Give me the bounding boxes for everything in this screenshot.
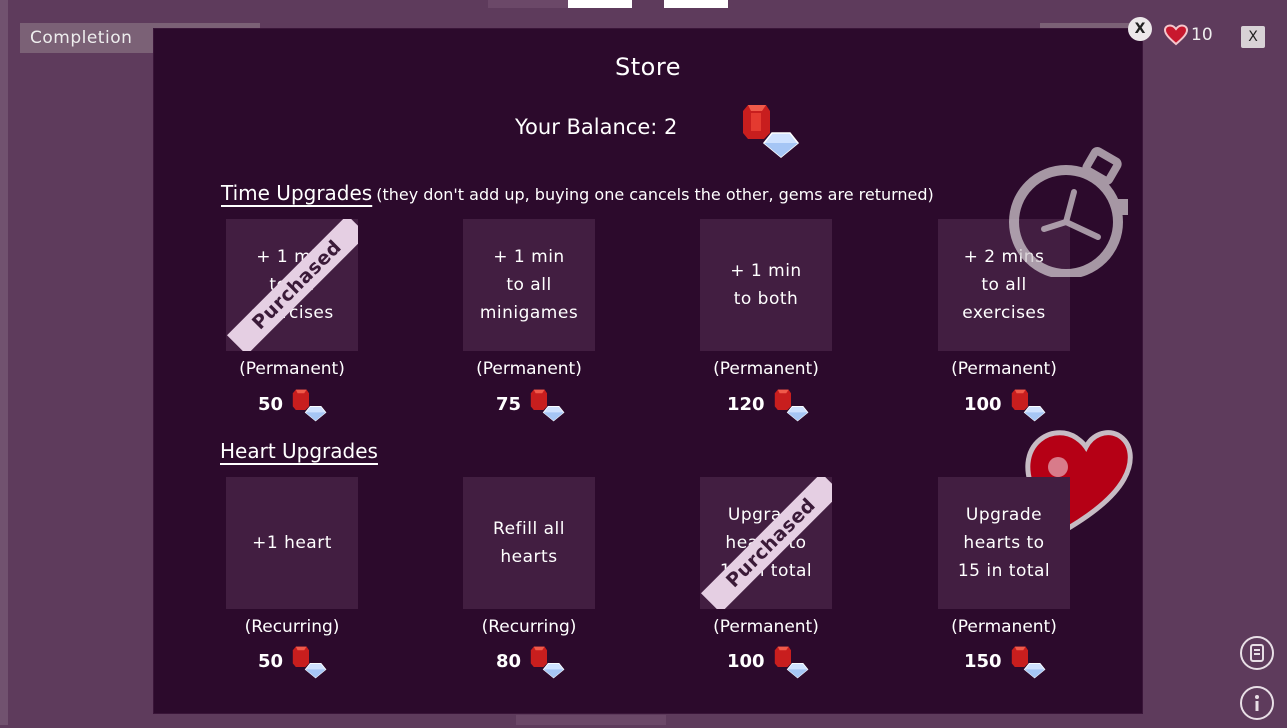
upgrade-type-label: (Recurring) [481,617,577,637]
gem-icon [1011,646,1046,679]
upgrade-type-label: (Recurring) [244,617,340,637]
upgrade-type-label: (Permanent) [239,359,345,379]
price-value: 120 [727,393,765,415]
gem-icon [740,99,800,163]
scroll-icon[interactable] [1240,636,1274,670]
price-value: 100 [964,393,1002,415]
gem-icon [1011,389,1046,422]
heart-upgrade-card[interactable]: Upgrade hearts to 15 in total [938,477,1070,609]
hearts-count: 10 [1191,25,1213,45]
time-upgrades-title: Time Upgrades [221,181,373,205]
stopwatch-icon [1006,147,1136,281]
card-label: Upgrade hearts to 15 in total [957,505,1051,581]
upgrade-type-label: (Permanent) [951,359,1057,379]
card-label: + 1 min to both [730,261,802,309]
price-value: 75 [496,393,522,415]
time-upgrades-note: (they don't add up, buying one cancels t… [376,185,934,204]
upgrade-type-label: (Permanent) [713,617,819,637]
price-value: 100 [727,650,765,672]
gem-icon [292,646,327,679]
upgrade-type-label: (Permanent) [951,617,1057,637]
store-close-button[interactable]: X [1128,17,1152,41]
price-value: 50 [258,650,284,672]
heart-upgrade-card[interactable]: Refill all hearts [463,477,595,609]
gem-icon [530,646,565,679]
price-tag: 100 [727,643,809,679]
heart-icon [1163,24,1189,46]
upgrade-type-label: (Permanent) [476,359,582,379]
price-tag: 50 [258,386,327,422]
card-label: Refill all hearts [493,519,565,567]
price-value: 80 [496,650,522,672]
price-value: 50 [258,393,284,415]
close-button[interactable]: X [1241,26,1265,48]
hearts-counter: 10 [1163,24,1213,46]
bottom-tab [516,715,666,725]
price-tag: 50 [258,643,327,679]
price-tag: 120 [727,386,809,422]
time-upgrades-heading: Time Upgrades (they don't add up, buying … [221,181,934,205]
heart-upgrades-heading: Heart Upgrades [220,439,378,463]
price-value: 150 [964,650,1002,672]
time-upgrade-card[interactable]: + 1 min to all exercises Purchased [226,219,358,351]
heart-upgrade-card[interactable]: +1 heart [226,477,358,609]
gem-icon [774,646,809,679]
gem-icon [530,389,565,422]
time-upgrade-card[interactable]: + 1 min to both [700,219,832,351]
price-tag: 75 [496,386,565,422]
gem-icon [774,389,809,422]
heart-upgrade-card[interactable]: Upgrade hearts to 10 in total Purchased [700,477,832,609]
price-tag: 100 [964,386,1046,422]
balance-label: Your Balance: 2 [515,115,678,139]
store-title: Store [615,53,681,81]
card-label: + 1 min to all minigames [479,247,579,323]
card-label: +1 heart [252,533,332,553]
top-tab-indicator [568,0,632,8]
frame-edge [0,0,8,725]
top-tab [488,0,568,8]
time-upgrade-card[interactable]: + 1 min to all minigames [463,219,595,351]
price-tag: 80 [496,643,565,679]
info-icon[interactable] [1240,686,1274,720]
store-panel: Store Your Balance: 2 Time Upgrades (they… [154,29,1142,713]
top-tab-indicator [664,0,728,8]
price-tag: 150 [964,643,1046,679]
gem-icon [292,389,327,422]
upgrade-type-label: (Permanent) [713,359,819,379]
